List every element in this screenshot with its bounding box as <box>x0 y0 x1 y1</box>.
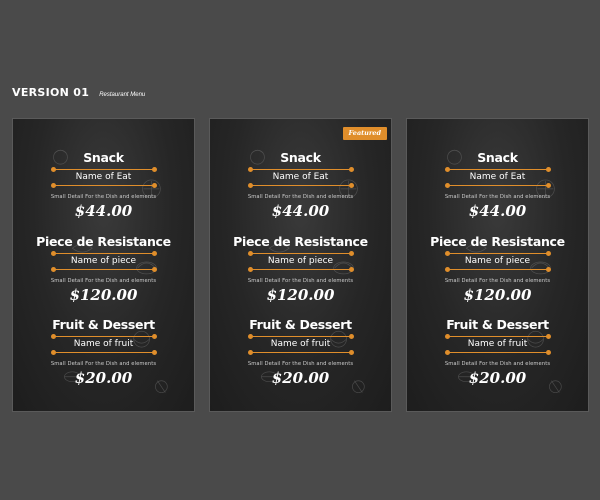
dish-name: Name of piece <box>464 256 531 266</box>
menu-section-main: Piece de Resistance Name of piece Small … <box>13 235 194 304</box>
menu-card[interactable]: Snack Name of Eat Small Detail For the D… <box>406 118 589 412</box>
section-title: Snack <box>280 150 321 165</box>
dish-name: Name of piece <box>70 256 137 266</box>
dish-name: Name of piece <box>267 256 334 266</box>
dish-detail: Small Detail For the Dish and elements <box>247 194 354 200</box>
version-subtitle: Restaurant Menu <box>99 92 146 98</box>
dish-price: $20.00 <box>74 369 133 387</box>
menu-section-snack: Snack Name of Eat Small Detail For the D… <box>407 151 588 220</box>
dish-price: $44.00 <box>468 202 527 220</box>
section-title: Fruit & Dessert <box>249 317 352 332</box>
divider <box>247 267 354 272</box>
dish-detail: Small Detail For the Dish and elements <box>444 278 551 284</box>
dish-price: $20.00 <box>271 369 330 387</box>
menu-section-snack: Snack Name of Eat Small Detail For the D… <box>13 151 194 220</box>
divider <box>50 251 157 256</box>
menu-card-featured[interactable]: Featured Snack Name of Eat Small Detail … <box>209 118 392 412</box>
dish-name: Name of fruit <box>270 339 331 349</box>
divider <box>247 350 354 355</box>
dish-detail: Small Detail For the Dish and elements <box>50 361 157 367</box>
dish-detail: Small Detail For the Dish and elements <box>444 194 551 200</box>
section-title: Piece de Resistance <box>233 234 368 249</box>
divider <box>50 167 157 172</box>
section-title: Piece de Resistance <box>430 234 565 249</box>
dish-price: $20.00 <box>468 369 527 387</box>
menu-section-dessert: Fruit & Dessert Name of fruit Small Deta… <box>407 318 588 387</box>
dish-name: Name of Eat <box>272 172 329 182</box>
section-title: Fruit & Dessert <box>52 317 155 332</box>
dish-price: $120.00 <box>266 286 335 304</box>
featured-badge: Featured <box>342 127 387 140</box>
divider <box>50 350 157 355</box>
section-title: Snack <box>83 150 124 165</box>
divider <box>247 183 354 188</box>
divider <box>50 334 157 339</box>
dish-price: $120.00 <box>463 286 532 304</box>
dish-detail: Small Detail For the Dish and elements <box>247 361 354 367</box>
divider <box>50 267 157 272</box>
menu-section-dessert: Fruit & Dessert Name of fruit Small Deta… <box>210 318 391 387</box>
menu-card[interactable]: Snack Name of Eat Small Detail For the D… <box>12 118 195 412</box>
dish-detail: Small Detail For the Dish and elements <box>444 361 551 367</box>
divider <box>247 334 354 339</box>
section-title: Snack <box>477 150 518 165</box>
dish-detail: Small Detail For the Dish and elements <box>247 278 354 284</box>
divider <box>247 251 354 256</box>
divider <box>444 167 551 172</box>
menu-section-main: Piece de Resistance Name of piece Small … <box>407 235 588 304</box>
version-title: VERSION 01 <box>12 86 90 99</box>
dish-price: $120.00 <box>69 286 138 304</box>
menu-section-snack: Snack Name of Eat Small Detail For the D… <box>210 151 391 220</box>
dish-name: Name of fruit <box>73 339 134 349</box>
dish-name: Name of fruit <box>467 339 528 349</box>
divider <box>247 167 354 172</box>
dish-price: $44.00 <box>74 202 133 220</box>
divider <box>444 183 551 188</box>
dish-detail: Small Detail For the Dish and elements <box>50 194 157 200</box>
page-header: VERSION 01 Restaurant Menu <box>12 86 145 99</box>
divider <box>444 334 551 339</box>
dish-name: Name of Eat <box>469 172 526 182</box>
divider <box>444 251 551 256</box>
divider <box>444 350 551 355</box>
divider <box>50 183 157 188</box>
divider <box>444 267 551 272</box>
menu-section-dessert: Fruit & Dessert Name of fruit Small Deta… <box>13 318 194 387</box>
menu-section-main: Piece de Resistance Name of piece Small … <box>210 235 391 304</box>
dish-detail: Small Detail For the Dish and elements <box>50 278 157 284</box>
dish-name: Name of Eat <box>75 172 132 182</box>
section-title: Piece de Resistance <box>36 234 171 249</box>
dish-price: $44.00 <box>271 202 330 220</box>
section-title: Fruit & Dessert <box>446 317 549 332</box>
